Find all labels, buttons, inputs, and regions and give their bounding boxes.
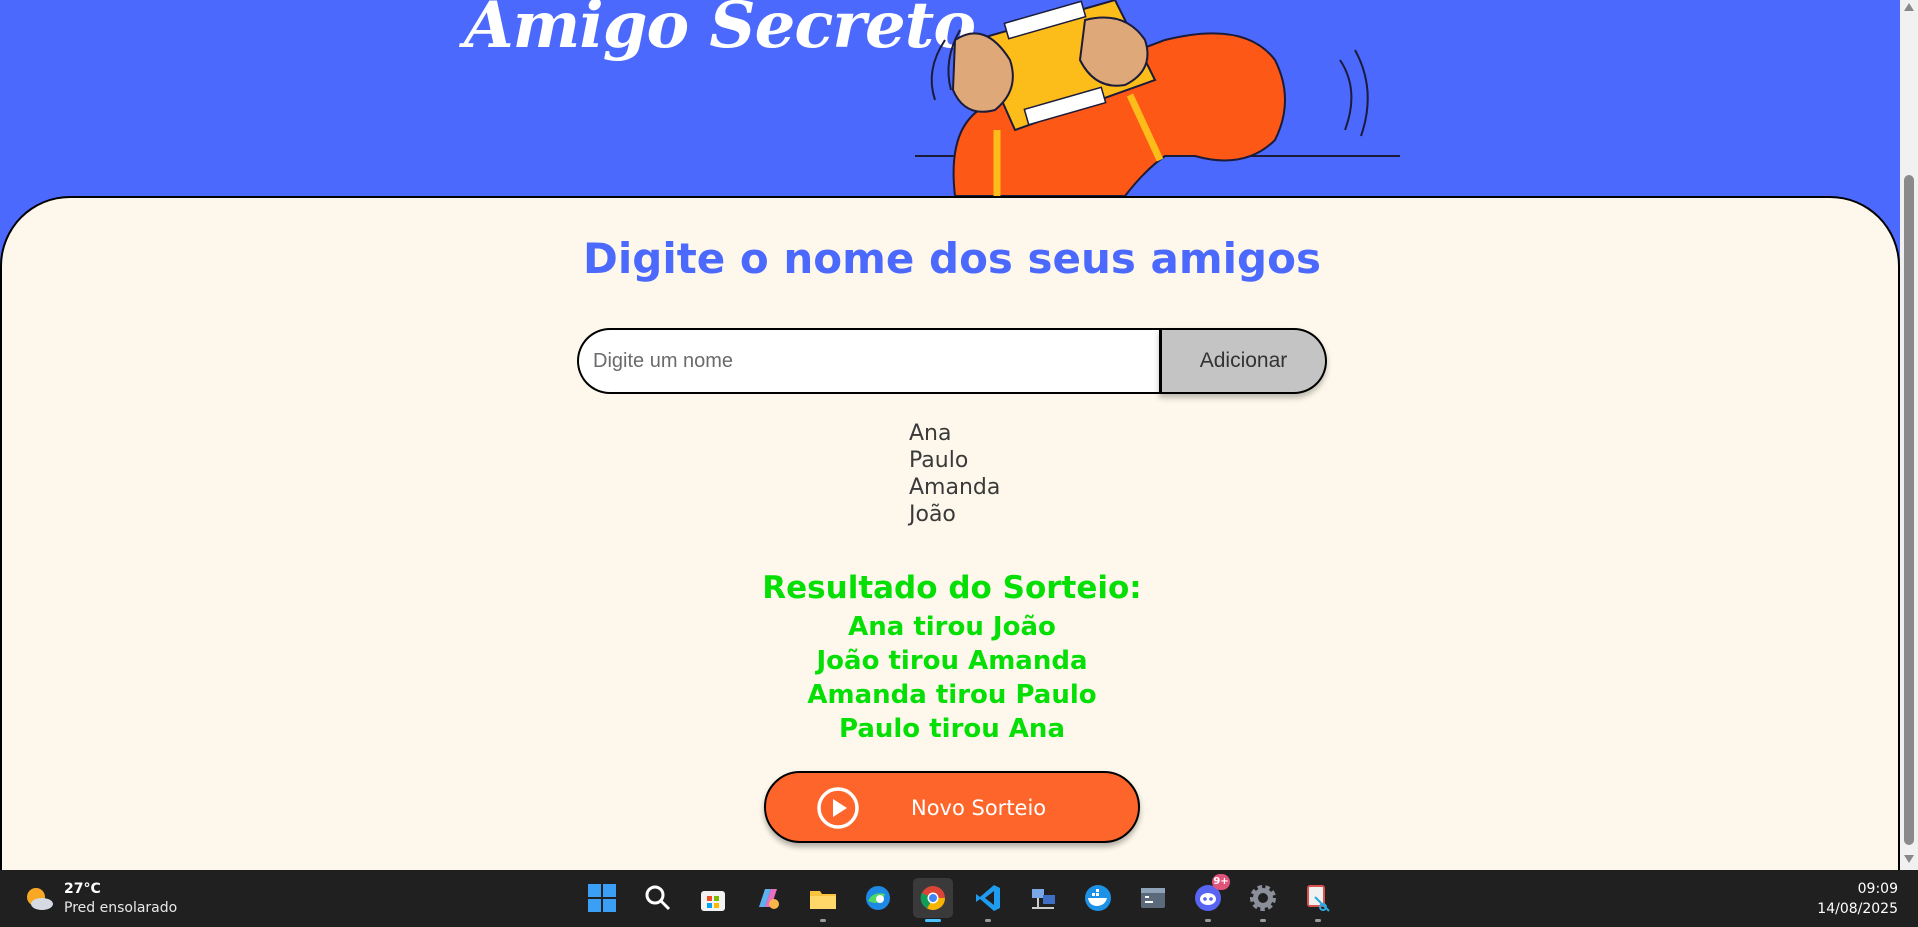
running-indicator — [1205, 919, 1211, 922]
result-item: Paulo tirou Ana — [838, 714, 1065, 744]
terminal-button[interactable] — [1133, 878, 1173, 918]
clock-date: 14/08/2025 — [1817, 901, 1898, 917]
settings-button[interactable] — [1243, 878, 1283, 922]
search-button[interactable] — [638, 878, 678, 918]
friends-list: Ana Paulo Amanda João — [909, 420, 1000, 528]
copilot-icon — [759, 889, 779, 909]
microsoft-store-icon — [701, 891, 725, 911]
page-header: Amigo Secreto — [0, 0, 1900, 196]
result-item: Ana tirou João — [848, 612, 1056, 642]
snipping-tool-icon — [1307, 885, 1330, 912]
file-explorer-button[interactable] — [803, 878, 843, 922]
taskbar: 27°C Pred ensolarado 9+ 09:09 14/08/2025 — [0, 870, 1918, 927]
new-draw-label: Novo Sorteio — [911, 796, 1047, 820]
clock-time: 09:09 — [1857, 881, 1898, 897]
running-indicator — [1260, 919, 1266, 922]
running-indicator — [820, 919, 826, 922]
friend-item: Amanda — [909, 475, 1001, 500]
docker-icon — [1085, 885, 1111, 911]
discord-button[interactable]: 9+ — [1188, 874, 1230, 922]
windows-start-icon — [588, 884, 616, 912]
scroll-up-arrow-icon[interactable] — [1904, 3, 1914, 11]
edge-icon — [866, 886, 890, 910]
search-icon — [645, 885, 671, 911]
windows-start-button[interactable] — [582, 878, 622, 918]
friend-item: João — [909, 502, 956, 527]
system-clock[interactable]: 09:09 14/08/2025 — [1817, 879, 1898, 919]
app-title: Amigo Secreto — [464, 0, 976, 63]
weather-description: Pred ensolarado — [64, 900, 178, 916]
add-button[interactable]: Adicionar — [1159, 328, 1327, 394]
friend-item: Ana — [909, 421, 952, 446]
settings-icon — [1250, 885, 1276, 911]
docker-button[interactable] — [1078, 878, 1118, 918]
microsoft-store-button[interactable] — [693, 878, 733, 918]
scroll-down-arrow-icon[interactable] — [1904, 855, 1914, 863]
vscode-button[interactable] — [968, 878, 1008, 922]
notification-badge: 9+ — [1212, 874, 1230, 890]
result-list: Ana tirou João João tirou Amanda Amanda … — [2, 610, 1902, 746]
partly-sunny-icon — [27, 888, 53, 910]
name-input[interactable] — [577, 328, 1159, 394]
new-draw-button[interactable]: Novo Sorteio — [764, 771, 1140, 843]
file-explorer-icon — [810, 891, 836, 909]
running-indicator — [1315, 919, 1321, 922]
snipping-tool-button[interactable] — [1298, 878, 1338, 922]
active-indicator — [925, 919, 941, 922]
weather-widget[interactable]: 27°C Pred ensolarado — [24, 879, 224, 919]
play-icon — [817, 787, 859, 829]
add-friend-form: Adicionar — [577, 328, 1327, 394]
page-scrollbar[interactable] — [1900, 0, 1918, 870]
edge-button[interactable] — [858, 878, 898, 918]
terminal-icon — [1141, 888, 1165, 908]
scroll-thumb[interactable] — [1904, 175, 1914, 845]
network-app-button[interactable] — [1023, 878, 1063, 918]
friend-item: Paulo — [909, 448, 969, 473]
result-title: Resultado do Sorteio: — [762, 570, 1142, 606]
chrome-button[interactable] — [913, 878, 953, 922]
copilot-button[interactable] — [748, 878, 788, 918]
running-indicator — [985, 919, 991, 922]
result-item: João tirou Amanda — [816, 646, 1088, 676]
weather-temperature: 27°C — [64, 881, 101, 897]
illustration-image — [915, 0, 1400, 196]
main-card: Digite o nome dos seus amigos Adicionar … — [0, 196, 1900, 870]
network-app-icon — [1032, 889, 1055, 909]
section-heading: Digite o nome dos seus amigos — [583, 234, 1321, 283]
result-item: Amanda tirou Paulo — [807, 680, 1097, 710]
chrome-icon — [920, 886, 945, 911]
vscode-icon — [976, 885, 1000, 911]
